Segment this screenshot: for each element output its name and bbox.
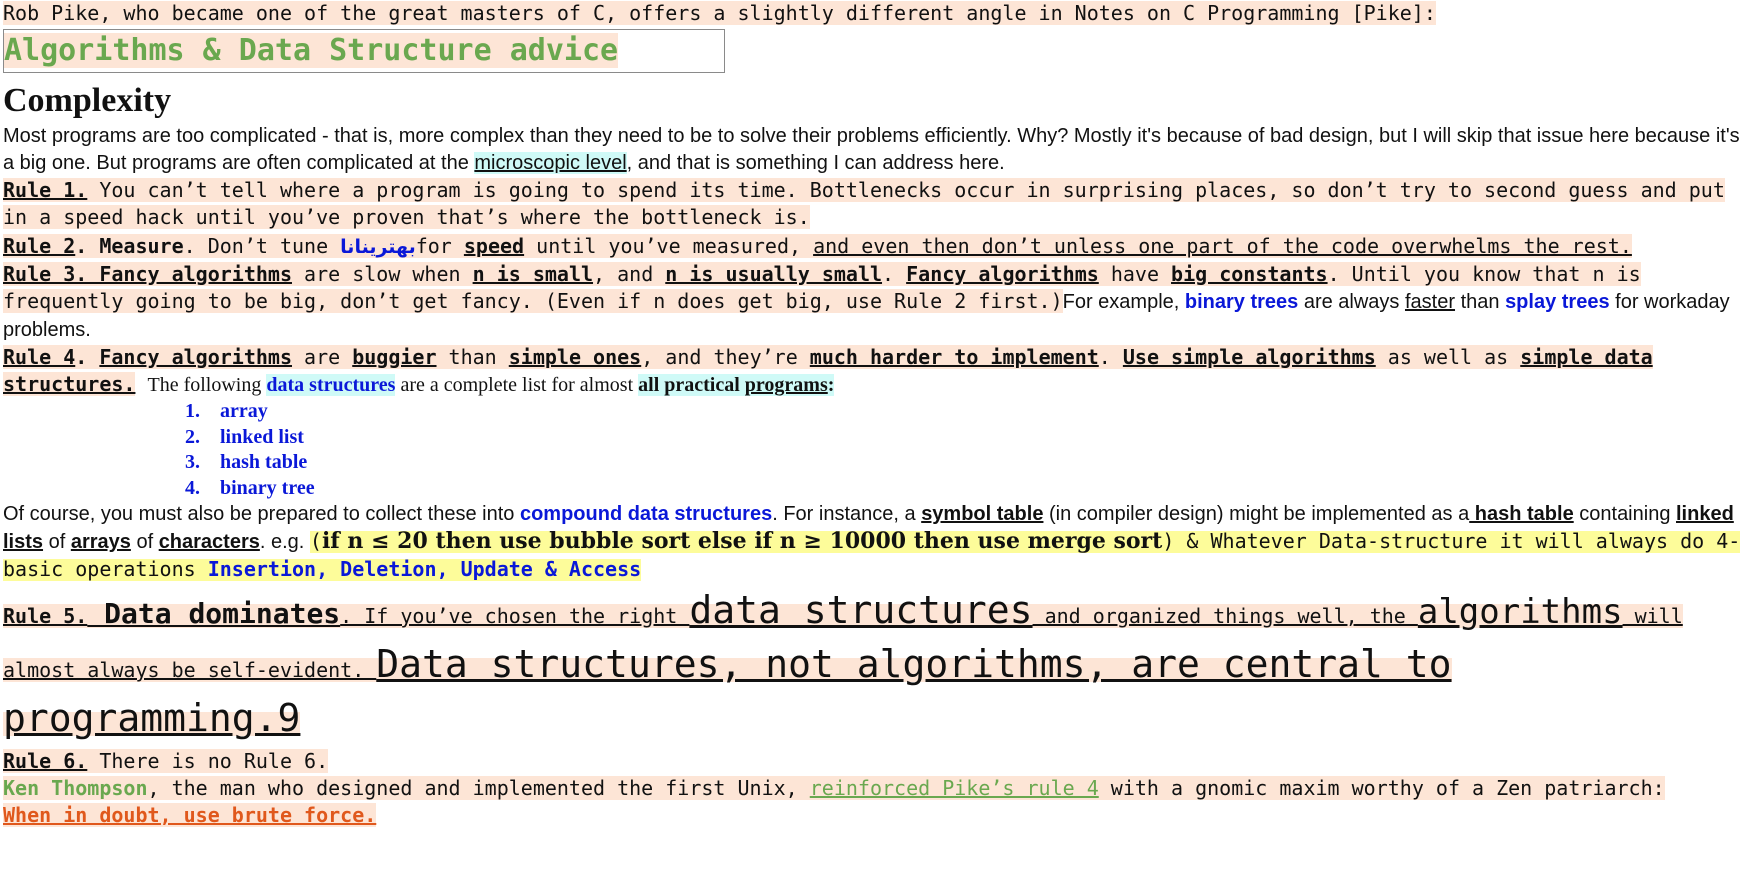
rule-4-fancy: Fancy algorithms (99, 345, 292, 369)
rule-4-following: The following (147, 374, 267, 396)
rule-3-faster: faster (1404, 291, 1456, 313)
complexity-text-2: , and that is something I can address he… (626, 152, 1005, 174)
rule-4-use-simple: Use simple algorithms (1122, 345, 1376, 369)
compound-data-structures: compound data structures (519, 503, 773, 525)
rule-3-label: Rule 3. Fancy algorithms (3, 262, 292, 286)
rule-4-simple-ones: simple ones (508, 345, 642, 369)
thompson-text-1: , the man who designed and implemented t… (147, 776, 810, 800)
rule-1-text: You can’t tell where a program is going … (3, 178, 1725, 229)
compound-paragraph: Of course, you must also be prepared to … (3, 501, 1750, 584)
rule-2-tail: and even then don’t unless one part of t… (813, 234, 1632, 258)
rule-2-text-3: until you’ve measured, (524, 234, 814, 258)
compound-text-1: Of course, you must also be prepared to … (3, 503, 520, 525)
rule-4-all-practical: all practical (638, 374, 745, 396)
rule-2-arabic: بهترينانا (340, 237, 416, 258)
rule-4-colon: : (827, 374, 835, 396)
compound-text-4: containing (1573, 503, 1676, 525)
intro-paragraph: Rob Pike, who became one of the great ma… (3, 0, 1750, 27)
compound-text-5: of (43, 531, 71, 553)
rule-3-text-1: are slow when (291, 262, 473, 286)
rule-4-harder: much harder to implement (809, 345, 1099, 369)
rule-3: Rule 3. Fancy algorithms are slow when n… (3, 261, 1750, 344)
sort-condition-math: if n ≤ 20 then use bubble sort else if n… (321, 528, 1163, 554)
rule-4-programs: programs (744, 374, 828, 396)
rule-3-big-constants: big constants (1171, 262, 1328, 286)
data-structure-list: array linked list hash table binary tree (3, 399, 1750, 501)
complexity-heading: Complexity (3, 82, 172, 119)
rule-1: Rule 1. You can’t tell where a program i… (3, 177, 1750, 231)
compound-text-7: . e.g. (259, 531, 310, 553)
compound-text-6: of (130, 531, 159, 553)
rule-2-measure: Measure (87, 234, 184, 258)
page-title: Algorithms & Data Structure advice (4, 33, 619, 68)
list-item: hash table (220, 451, 308, 473)
rule-4: Rule 4. Fancy algorithms are buggier tha… (3, 344, 1750, 399)
compound-operations: Insertion, Deletion, Update & Access (207, 557, 642, 581)
thompson-paragraph: Ken Thompson, the man who designed and i… (3, 775, 1750, 802)
rule-5-data-structures: data structures (689, 588, 1033, 632)
list-item: linked list (220, 425, 304, 448)
rule-4-complete-list: are a complete list for almost (395, 374, 639, 396)
rule-4-data-structures: data structures (266, 374, 396, 396)
rule-2-text-1: . Don’t tune (183, 234, 341, 258)
rule-4-text-2: than (436, 345, 509, 369)
compound-text-3: (in compiler design) might be implemente… (1043, 503, 1470, 525)
rule-4-label: Rule 4 (3, 345, 76, 369)
list-item: binary tree (220, 476, 315, 499)
rule-3-example-2: are always (1298, 291, 1405, 313)
brute-force-maxim: When in doubt, use brute force. (3, 803, 377, 827)
rule-3-example-1: For example, (1062, 291, 1185, 313)
rule-5-text-2: and organized things well, the (1032, 604, 1418, 628)
rule-3-fancy: Fancy algorithms (906, 262, 1099, 286)
rule-4-text-5: as well as (1375, 345, 1521, 369)
rule-3-text-4: have (1098, 262, 1172, 286)
rule-5-label: Rule 5. (3, 604, 88, 628)
ken-thompson: Ken Thompson (3, 776, 148, 800)
complexity-paragraph: Most programs are too complicated - that… (3, 123, 1750, 177)
rule-3-text-2: , and (593, 262, 666, 286)
page-title-box: Algorithms & Data Structure advice (3, 29, 725, 73)
rule-3-splay-trees: splay trees (1505, 291, 1610, 313)
rule-6: Rule 6. There is no Rule 6. (3, 748, 1750, 775)
rule-6-text: There is no Rule 6. (87, 749, 329, 773)
rule-2-speed: speed (463, 234, 525, 258)
rule-5-algorithms: algorithms (1417, 592, 1623, 632)
rule-2: Rule 2. Measure. Don’t tune بهتريناناfor… (3, 231, 1750, 261)
rule-2-label: Rule 2 (3, 234, 76, 258)
rule-3-text-3: . (882, 262, 907, 286)
pike-rule-4-link[interactable]: reinforced Pike’s rule 4 (810, 776, 1099, 800)
rule-3-n-small: n is small (472, 262, 594, 286)
paren-open: ( (309, 529, 322, 553)
rule-3-binary-trees: binary trees (1184, 291, 1299, 313)
arrays: arrays (70, 531, 131, 553)
rule-4-text-1: are (292, 345, 353, 369)
rule-4-dot: . (75, 345, 100, 369)
rule-3-example-3: than (1455, 291, 1506, 313)
rule-3-n-usually-small: n is usually small (665, 262, 883, 286)
hash-table: hash table (1469, 503, 1574, 525)
rule-4-text-4: . (1098, 345, 1123, 369)
rule-1-label: Rule 1. (3, 178, 88, 202)
rule-2-dot: . (75, 234, 88, 258)
rule-6-label: Rule 6. (3, 749, 88, 773)
rule-2-text-2: for (415, 234, 464, 258)
compound-text-2: . For instance, a (772, 503, 922, 525)
characters: characters (158, 531, 260, 553)
rule-4-buggier: buggier (352, 345, 437, 369)
thompson-text-2: with a gnomic maxim worthy of a Zen patr… (1098, 776, 1665, 800)
rule-5-data-dominates: Data dominates (87, 597, 341, 630)
list-item: array (220, 400, 268, 422)
rule-5-text-1: . If you’ve chosen the right (340, 604, 690, 628)
rule-5: Rule 5. Data dominates. If you’ve chosen… (3, 586, 1750, 748)
maxim: When in doubt, use brute force. (3, 802, 1750, 829)
microscopic-level-link[interactable]: microscopic level (474, 152, 627, 174)
rule-5-central: Data structures, not algorithms, are cen… (3, 642, 1452, 740)
intro-text: Rob Pike, who became one of the great ma… (3, 1, 1436, 25)
rule-4-text-3: , and they’re (641, 345, 810, 369)
document: Rob Pike, who became one of the great ma… (3, 0, 1750, 829)
symbol-table: symbol table (921, 503, 1044, 525)
